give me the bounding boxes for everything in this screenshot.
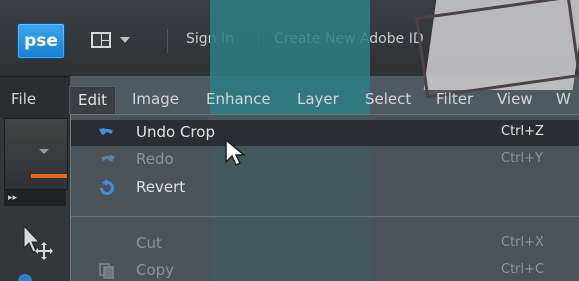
photoshop-elements-window: pse Sign In Create New Adobe ID File Edi…	[0, 0, 579, 281]
menu-view[interactable]: View	[497, 90, 533, 108]
mouse-cursor-icon	[225, 138, 247, 167]
menu-file[interactable]: File	[11, 90, 36, 108]
copy-icon	[99, 263, 114, 279]
menu-layer[interactable]: Layer	[297, 90, 339, 108]
foreground-color-bar	[31, 174, 67, 178]
divider	[167, 29, 168, 53]
menu-item-label: Revert	[136, 178, 186, 196]
menu-item-label: Copy	[136, 261, 175, 279]
revert-icon	[100, 179, 114, 195]
menu-window[interactable]: W	[556, 90, 571, 108]
color-swatch[interactable]	[4, 118, 68, 190]
menu-item-label: Undo Crop	[136, 123, 215, 141]
menu-item-shortcut: Ctrl+Z	[501, 124, 544, 139]
menu-select[interactable]: Select	[365, 90, 411, 108]
menu-item-redo[interactable]: Redo Ctrl+Y	[71, 147, 579, 173]
menu-item-label: Cut	[136, 234, 162, 252]
move-tool-icon[interactable]	[18, 222, 58, 262]
menu-separator	[71, 216, 579, 217]
menu-item-revert[interactable]: Revert	[71, 175, 579, 201]
menu-image[interactable]: Image	[132, 90, 179, 108]
layout-icon	[91, 32, 111, 48]
chevron-down-icon	[120, 37, 130, 43]
menu-bar: File Edit Image Enhance Layer Select Fil…	[0, 86, 579, 114]
expand-tools-button[interactable]: ▸▸	[4, 190, 66, 206]
swatch-arrow-icon	[39, 149, 49, 154]
undo-icon	[99, 128, 113, 135]
tool-icon[interactable]	[18, 274, 32, 281]
menu-filter[interactable]: Filter	[436, 90, 473, 108]
menu-item-copy[interactable]: Copy Ctrl+C	[71, 258, 579, 281]
menu-edit[interactable]: Edit	[69, 86, 117, 114]
edit-menu-dropdown: Undo Crop Ctrl+Z Redo Ctrl+Y Revert Cut …	[70, 114, 579, 281]
menu-item-shortcut: Ctrl+Y	[501, 151, 543, 166]
pse-logo: pse	[17, 23, 65, 59]
redo-icon	[101, 155, 115, 162]
menu-item-shortcut: Ctrl+X	[501, 235, 544, 250]
tool-panel: ▸▸	[0, 118, 71, 281]
menu-item-shortcut: Ctrl+C	[501, 262, 545, 277]
menu-item-undo-crop[interactable]: Undo Crop Ctrl+Z	[71, 120, 579, 146]
menu-item-label: Redo	[136, 150, 174, 168]
layout-menu-button[interactable]	[91, 26, 149, 54]
menu-item-cut[interactable]: Cut Ctrl+X	[71, 231, 579, 257]
menu-enhance[interactable]: Enhance	[206, 90, 271, 108]
